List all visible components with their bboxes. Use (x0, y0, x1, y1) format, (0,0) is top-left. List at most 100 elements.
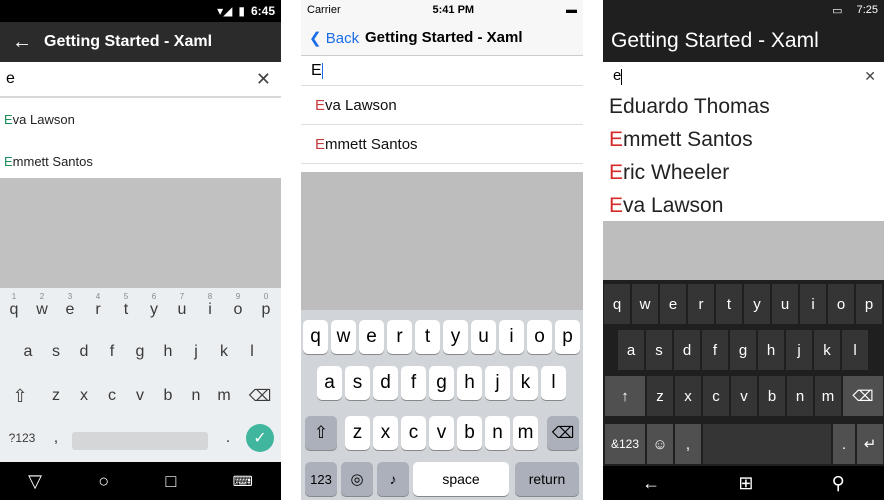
backspace-icon[interactable]: ⌫ (547, 416, 579, 450)
key-v[interactable]: v (731, 376, 757, 416)
key-a[interactable]: a (14, 332, 42, 372)
comma-key[interactable]: , (42, 418, 70, 458)
key-v[interactable]: v (429, 416, 454, 450)
search-icon[interactable]: ⚲ (832, 473, 845, 494)
key-o[interactable]: o (527, 320, 552, 354)
key-e[interactable]: e (359, 320, 384, 354)
key-f[interactable]: f (401, 366, 426, 400)
key-f[interactable]: f (702, 330, 728, 370)
key-l[interactable]: l (238, 332, 266, 372)
key-g[interactable]: g (429, 366, 454, 400)
emoji-icon[interactable]: ☺ (647, 424, 673, 464)
key-n[interactable]: n (787, 376, 813, 416)
space-key[interactable]: space (413, 462, 509, 496)
numbers-key[interactable]: 123 (305, 462, 337, 496)
search-input[interactable]: e ✕ (603, 62, 884, 90)
key-z[interactable]: z (345, 416, 370, 450)
key-d[interactable]: d (674, 330, 700, 370)
key-c[interactable]: c (98, 376, 126, 416)
key-h[interactable]: h (154, 332, 182, 372)
microphone-icon[interactable]: ♪ (377, 462, 409, 496)
key-b[interactable]: b (154, 376, 182, 416)
key-c[interactable]: c (703, 376, 729, 416)
key-b[interactable]: b (457, 416, 482, 450)
key-l[interactable]: l (842, 330, 868, 370)
key-d[interactable]: d (373, 366, 398, 400)
list-item[interactable]: Eva Lawson (603, 189, 884, 222)
key-z[interactable]: z (42, 376, 70, 416)
list-item[interactable]: Emmett Santos (301, 125, 583, 164)
back-arrow-icon[interactable]: ← (0, 31, 44, 54)
key-x[interactable]: x (70, 376, 98, 416)
clear-icon[interactable]: ✕ (256, 69, 271, 90)
symbols-key[interactable]: ?123 (2, 418, 42, 458)
key-n[interactable]: n (182, 376, 210, 416)
nav-home-icon[interactable]: ○ (98, 471, 109, 492)
key-d[interactable]: d (70, 332, 98, 372)
key-a[interactable]: a (317, 366, 342, 400)
key-i[interactable]: i8 (196, 290, 224, 330)
key-o[interactable]: o (828, 284, 854, 324)
return-key[interactable]: return (515, 462, 579, 496)
backspace-icon[interactable]: ⌫ (246, 376, 274, 416)
windows-start-icon[interactable]: ⊞ (738, 473, 753, 494)
key-x[interactable]: x (675, 376, 701, 416)
key-q[interactable]: q (303, 320, 328, 354)
nav-back-icon[interactable]: ▽ (28, 471, 42, 492)
key-w[interactable]: w2 (28, 290, 56, 330)
key-r[interactable]: r4 (84, 290, 112, 330)
key-h[interactable]: h (758, 330, 784, 370)
key-a[interactable]: a (618, 330, 644, 370)
key-f[interactable]: f (98, 332, 126, 372)
list-item[interactable]: Eric Wheeler (603, 156, 884, 189)
key-p[interactable]: p (555, 320, 580, 354)
key-m[interactable]: m (513, 416, 538, 450)
period-key[interactable]: . (833, 424, 855, 464)
key-h[interactable]: h (457, 366, 482, 400)
key-s[interactable]: s (345, 366, 370, 400)
globe-icon[interactable]: ◎ (341, 462, 373, 496)
key-k[interactable]: k (513, 366, 538, 400)
key-s[interactable]: s (646, 330, 672, 370)
key-p[interactable]: p (856, 284, 882, 324)
search-input[interactable]: E (301, 56, 583, 86)
key-e[interactable]: e (660, 284, 686, 324)
key-l[interactable]: l (541, 366, 566, 400)
nav-back-icon[interactable]: ← (642, 473, 660, 494)
key-t[interactable]: t (415, 320, 440, 354)
space-key[interactable] (703, 424, 831, 464)
key-e[interactable]: e3 (56, 290, 84, 330)
backspace-icon[interactable]: ⌫ (843, 376, 883, 416)
list-item[interactable]: Eva Lawson (0, 98, 281, 140)
key-c[interactable]: c (401, 416, 426, 450)
list-item[interactable]: Eva Lawson (301, 86, 583, 125)
keyboard-icon[interactable]: ⌨ (233, 473, 253, 490)
comma-key[interactable]: , (675, 424, 701, 464)
nav-recents-icon[interactable]: □ (165, 471, 176, 492)
key-y[interactable]: y (744, 284, 770, 324)
key-m[interactable]: m (210, 376, 238, 416)
key-q[interactable]: q1 (0, 290, 28, 330)
list-item[interactable]: Eduardo Thomas (603, 90, 884, 123)
key-u[interactable]: u7 (168, 290, 196, 330)
key-n[interactable]: n (485, 416, 510, 450)
period-key[interactable]: . (214, 418, 242, 458)
list-item[interactable]: Emmett Santos (0, 140, 281, 182)
key-y[interactable]: y6 (140, 290, 168, 330)
key-x[interactable]: x (373, 416, 398, 450)
list-item[interactable]: Emmett Santos (603, 123, 884, 156)
key-z[interactable]: z (647, 376, 673, 416)
key-s[interactable]: s (42, 332, 70, 372)
key-m[interactable]: m (815, 376, 841, 416)
key-i[interactable]: i (800, 284, 826, 324)
key-k[interactable]: k (814, 330, 840, 370)
clear-icon[interactable]: ✕ (864, 68, 876, 85)
shift-icon[interactable]: ⇧ (305, 416, 337, 450)
key-i[interactable]: i (499, 320, 524, 354)
shift-icon[interactable]: ⇧ (6, 376, 34, 416)
key-v[interactable]: v (126, 376, 154, 416)
key-u[interactable]: u (471, 320, 496, 354)
key-y[interactable]: y (443, 320, 468, 354)
shift-icon[interactable]: ↑ (605, 376, 645, 416)
key-w[interactable]: w (331, 320, 356, 354)
